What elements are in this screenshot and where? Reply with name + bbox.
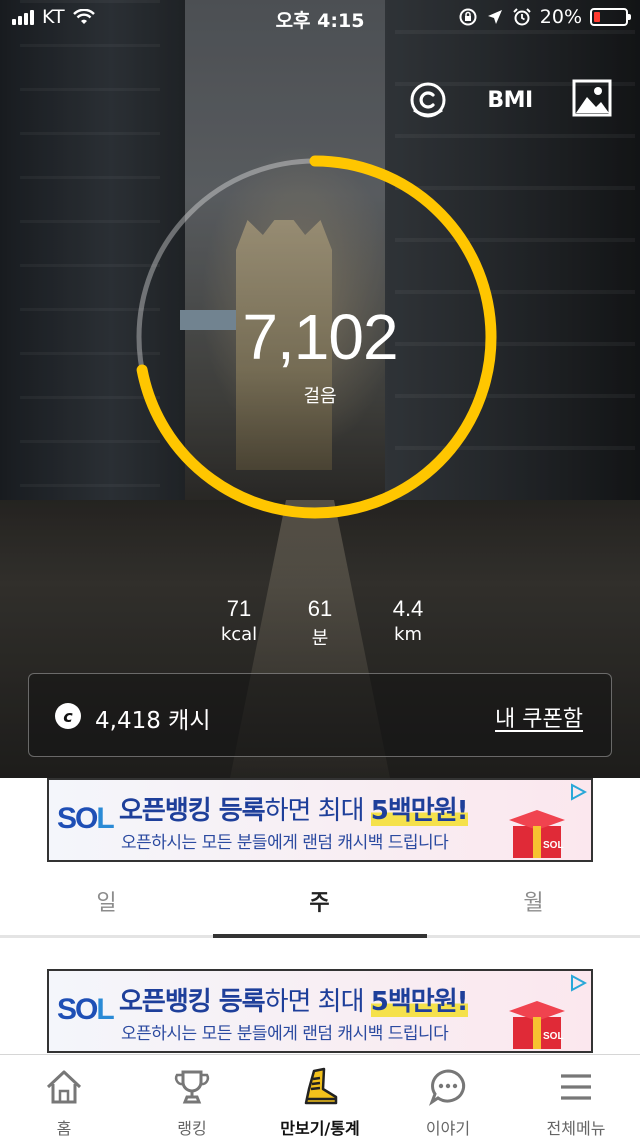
cash-coin-icon [410, 82, 446, 118]
trophy-icon [174, 1070, 210, 1104]
my-coupons-link[interactable]: 내 쿠폰함 [495, 701, 583, 733]
stat-value: 71 [226, 596, 252, 621]
gift-box-icon: SOL [509, 1001, 565, 1049]
rotation-lock-icon [459, 8, 477, 26]
nav-home[interactable]: 홈 [0, 1055, 128, 1138]
stat-unit: km [394, 624, 422, 645]
cash-balance-bar: c 4,418 캐시 내 쿠폰함 [28, 673, 612, 757]
cash-coin-icon: c [55, 703, 81, 729]
svg-text:SOL: SOL [543, 1031, 564, 1042]
tab-day[interactable]: 일 [0, 864, 213, 938]
stat-unit: 분 [311, 628, 329, 649]
nav-label: 전체메뉴 [546, 1119, 606, 1138]
nav-full-menu[interactable]: 전체메뉴 [512, 1055, 640, 1138]
ad-choices-icon[interactable] [569, 783, 587, 801]
menu-icon [561, 1074, 591, 1100]
cash-amount: 4,418 캐시 [95, 708, 211, 734]
banner-headline: 오픈뱅킹 등록하면 최대 5백만원! [119, 796, 469, 826]
steps-count: 7,102 [242, 301, 398, 373]
tab-indicator [213, 934, 427, 938]
sol-logo: SOL [57, 993, 115, 1026]
stat-unit: kcal [220, 624, 258, 645]
svg-text:SOL: SOL [543, 840, 564, 851]
photo-button[interactable] [572, 78, 612, 118]
cash-coin-button[interactable] [408, 80, 448, 120]
photo-icon [572, 79, 612, 117]
nav-pedometer-stats[interactable]: 만보기/통계 [256, 1055, 384, 1138]
stat-calories: 71 kcal [199, 596, 279, 645]
steps-label: 걸음 [303, 386, 337, 407]
banner-ad[interactable]: SOL 오픈뱅킹 등록하면 최대 5백만원! 오픈하시는 모든 분들에게 랜덤 … [47, 778, 593, 862]
bmi-button[interactable]: BMI [480, 80, 540, 120]
nav-stories[interactable]: 이야기 [384, 1055, 512, 1138]
stat-distance: 4.4 km [368, 596, 448, 645]
tab-week[interactable]: 주 [213, 864, 426, 938]
shoe-icon [304, 1067, 338, 1105]
nav-ranking[interactable]: 랭킹 [128, 1055, 256, 1138]
battery-icon [590, 8, 631, 26]
period-tabs: 일 주 월 [0, 864, 640, 938]
banner-subline: 오픈하시는 모든 분들에게 랜덤 캐시백 드립니다 [121, 833, 449, 853]
stat-minutes: 61 분 [280, 596, 360, 650]
gift-box-icon: SOL [509, 810, 565, 858]
nav-label: 홈 [56, 1119, 72, 1138]
status-bar: KT 오후 4:15 20% [0, 0, 640, 36]
alarm-icon [513, 8, 531, 26]
ad-choices-icon[interactable] [569, 974, 587, 992]
nav-label: 랭킹 [177, 1119, 207, 1138]
banner-ad[interactable]: SOL 오픈뱅킹 등록하면 최대 5백만원! 오픈하시는 모든 분들에게 랜덤 … [47, 969, 593, 1053]
battery-level [594, 12, 600, 22]
nav-label: 이야기 [425, 1119, 471, 1138]
location-icon [487, 10, 502, 24]
bottom-nav: 홈 랭킹 만보기/통계 이야기 전체메뉴 [0, 1054, 640, 1138]
stat-value: 4.4 [392, 596, 424, 621]
tab-month[interactable]: 월 [427, 864, 640, 938]
banner-subline: 오픈하시는 모든 분들에게 랜덤 캐시백 드립니다 [121, 1024, 449, 1044]
banner-headline: 오픈뱅킹 등록하면 최대 5백만원! [119, 987, 469, 1017]
stat-value: 61 [307, 596, 333, 621]
home-icon [46, 1070, 82, 1104]
sol-logo: SOL [57, 802, 115, 835]
battery-percent: 20% [539, 6, 582, 28]
chat-icon [428, 1069, 466, 1106]
nav-label: 만보기/통계 [280, 1119, 360, 1138]
